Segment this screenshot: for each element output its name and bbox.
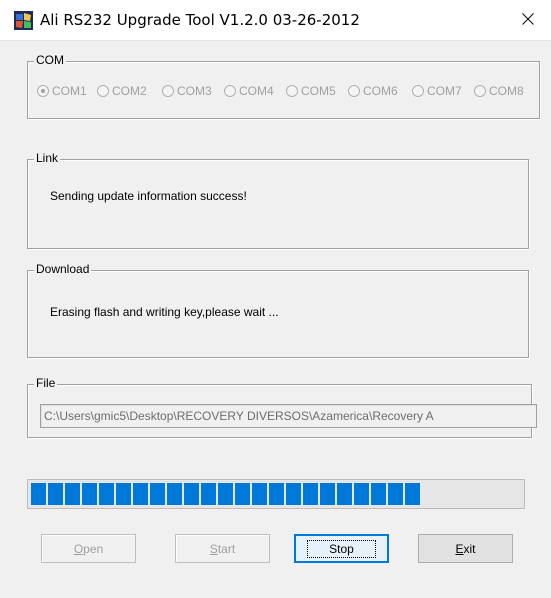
progress-block [354,483,369,505]
com-port-radio-4[interactable]: COM4 [224,83,280,99]
link-group: Link Sending update information success! [27,151,529,249]
progress-block [167,483,182,505]
com-port-label: COM1 [52,84,87,98]
progress-block [48,483,63,505]
com-port-label: COM2 [112,84,147,98]
file-group: File C:\Users\gmic5\Desktop\RECOVERY DIV… [27,376,537,438]
progress-block [65,483,80,505]
progress-block [303,483,318,505]
progress-block [31,483,46,505]
progress-block [235,483,250,505]
com-port-radio-1[interactable]: COM1 [37,83,93,99]
exit-button-mnemonic: E [455,541,464,556]
radio-icon [348,85,360,97]
com-port-label: COM4 [239,84,274,98]
progress-block [184,483,199,505]
radio-icon [474,85,486,97]
download-status-text: Erasing flash and writing key,please wai… [50,305,279,319]
com-port-radio-5[interactable]: COM5 [286,83,342,99]
progress-block [320,483,335,505]
title-bar: Ali RS232 Upgrade Tool V1.2.0 03-26-2012 [0,0,551,41]
start-button-mnemonic: S [209,541,218,556]
progress-block [269,483,284,505]
com-port-radio-3[interactable]: COM3 [162,83,218,99]
progress-block [388,483,403,505]
progress-block [201,483,216,505]
stop-button-label: Stop [307,539,376,558]
progress-block [252,483,267,505]
com-port-radio-8[interactable]: COM8 [474,83,541,99]
progress-block [82,483,97,505]
window-title: Ali RS232 Upgrade Tool V1.2.0 03-26-2012 [40,11,360,29]
radio-icon [162,85,174,97]
com-port-label: COM6 [363,84,398,98]
close-button[interactable] [505,0,551,41]
app-icon [14,11,33,30]
com-port-label: COM3 [177,84,212,98]
com-port-label: COM5 [301,84,336,98]
open-button[interactable]: Open [41,534,136,563]
com-port-options: COM1 COM2 COM3 COM4 COM5 COM6 COM7 COM8 [37,83,541,99]
progress-block [371,483,386,505]
com-group-legend: COM [34,53,66,67]
radio-icon [224,85,236,97]
com-port-label: COM7 [427,84,462,98]
radio-icon [97,85,109,97]
stop-button[interactable]: Stop [294,534,389,563]
open-button-label: pen [83,541,104,556]
start-button[interactable]: Start [175,534,270,563]
progress-block [99,483,114,505]
progress-block [116,483,131,505]
link-group-legend: Link [34,151,61,165]
com-port-radio-6[interactable]: COM6 [348,83,404,99]
download-progress-bar [27,479,525,509]
link-status-text: Sending update information success! [50,189,247,203]
com-group: COM COM1 COM2 COM3 COM4 COM5 COM6 COM7 C… [27,53,541,119]
progress-block [286,483,301,505]
exit-button-label: xit [463,541,476,556]
exit-button[interactable]: Exit [418,534,513,563]
radio-icon [412,85,424,97]
download-group-legend: Download [34,262,92,276]
window-client: COM COM1 COM2 COM3 COM4 COM5 COM6 COM7 C… [0,41,551,598]
com-port-radio-2[interactable]: COM2 [97,83,153,99]
com-port-radio-7[interactable]: COM7 [412,83,468,99]
progress-block [133,483,148,505]
progress-block [150,483,165,505]
download-group: Download Erasing flash and writing key,p… [27,262,529,358]
file-group-legend: File [34,376,58,390]
open-button-mnemonic: O [73,541,84,556]
start-button-label: tart [217,541,236,556]
close-icon [522,12,534,30]
progress-block [405,483,420,505]
radio-checked-icon [37,85,49,97]
file-path-field[interactable]: C:\Users\gmic5\Desktop\RECOVERY DIVERSOS… [40,404,537,428]
progress-block [337,483,352,505]
radio-icon [286,85,298,97]
com-port-label: COM8 [489,84,524,98]
progress-block [218,483,233,505]
